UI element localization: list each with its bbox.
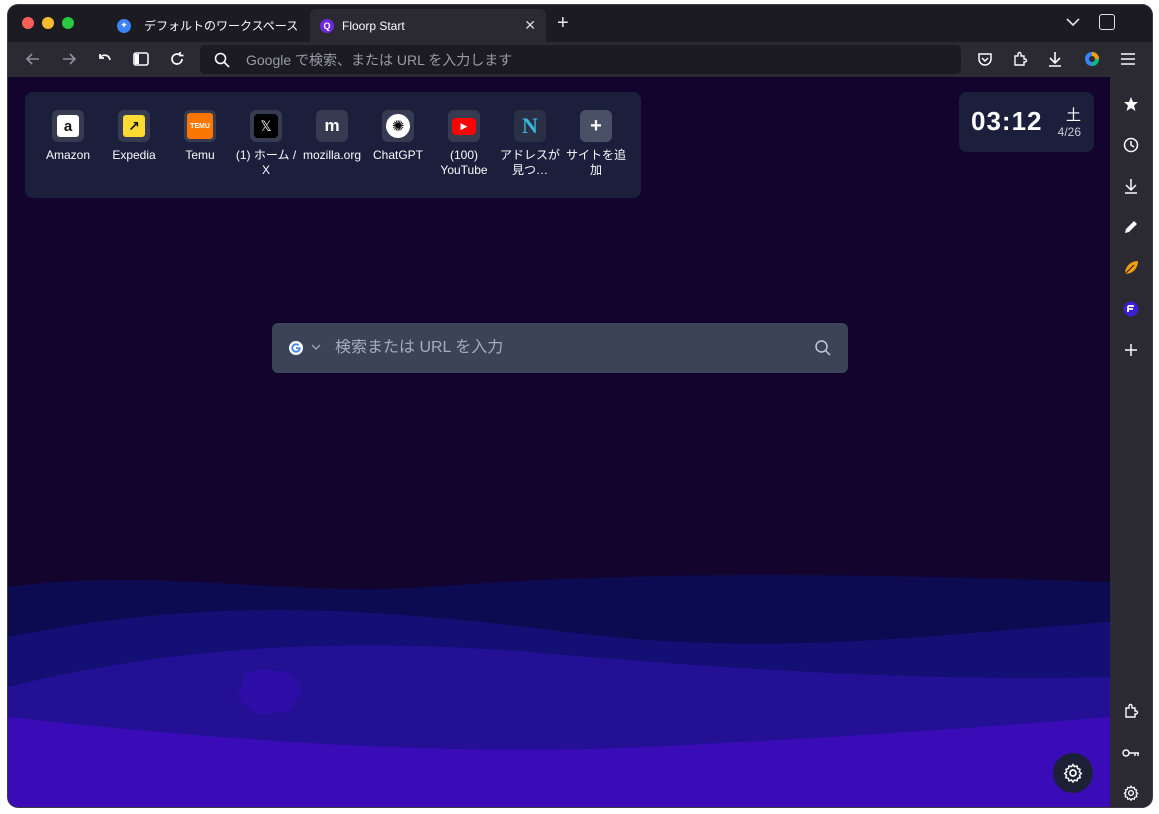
add-panel-icon[interactable] [1121, 340, 1141, 360]
search-icon[interactable] [814, 339, 832, 357]
clock-widget: 03:12 土 4/26 [959, 92, 1094, 152]
pocket-icon[interactable] [974, 48, 996, 70]
list-all-tabs-icon[interactable] [1066, 14, 1080, 30]
workspace-icon: ✦ [117, 18, 131, 33]
shortcut-label: (1) ホーム / X [235, 148, 297, 177]
shortcut-label: (100) YouTube [440, 148, 488, 177]
shortcut-youtube[interactable]: ▶ (100) YouTube [431, 110, 497, 178]
passwords-key-icon[interactable] [1121, 743, 1141, 763]
floorp-app-icon[interactable] [1121, 299, 1141, 319]
tab-workspace[interactable]: ✦ デフォルトのワークスペース [108, 9, 305, 42]
sidebar-settings-gear-icon[interactable] [1121, 783, 1141, 803]
shortcut-label: Temu [185, 148, 215, 162]
workspaces-icon[interactable] [1099, 14, 1115, 30]
shortcut-label: サイトを追加 [565, 148, 626, 177]
reload-icon[interactable] [166, 48, 188, 70]
leaf-app-icon[interactable] [1121, 258, 1141, 278]
tab-label: デフォルトのワークスペース [144, 19, 299, 33]
shortcut-label: mozilla.org [302, 148, 362, 162]
close-window-button[interactable] [22, 17, 34, 29]
youtube-icon: ▶ [448, 110, 480, 142]
shortcut-temu[interactable]: TEMU Temu [167, 110, 233, 163]
gear-icon [1063, 763, 1083, 783]
history-clock-icon[interactable] [1121, 135, 1141, 155]
shortcut-chatgpt[interactable]: ✺ ChatGPT [365, 110, 431, 163]
clock-date: 4/26 [1057, 125, 1081, 139]
undo-close-tab-icon[interactable] [94, 48, 116, 70]
add-site-icon: + [580, 110, 612, 142]
shortcut-mozilla[interactable]: m mozilla.org [299, 110, 365, 163]
back-icon[interactable] [22, 48, 44, 70]
extensions-icon[interactable] [1009, 48, 1031, 70]
google-icon[interactable] [288, 340, 304, 356]
sidebar-toggle-icon[interactable] [130, 48, 152, 70]
downloads-icon[interactable] [1121, 176, 1141, 196]
url-bar[interactable] [200, 45, 961, 74]
close-tab-icon[interactable]: ✕ [524, 17, 536, 33]
shortcut-label: Amazon [45, 148, 91, 162]
new-tab-button[interactable]: + [557, 13, 569, 33]
amazon-icon: a [52, 110, 84, 142]
zoom-window-button[interactable] [62, 17, 74, 29]
clock-time: 03:12 [971, 106, 1043, 136]
chevron-down-icon[interactable] [311, 342, 321, 354]
expedia-icon: ↗ [118, 110, 150, 142]
shortcut-expedia[interactable]: ↗ Expedia [101, 110, 167, 163]
shortcut-x[interactable]: 𝕏 (1) ホーム / X [233, 110, 299, 178]
tab-strip: ✦ デフォルトのワークスペース Q Floorp Start ✕ + [8, 5, 1152, 42]
search-input[interactable] [335, 339, 785, 357]
shortcut-label: アドレスが見つ… [499, 148, 560, 177]
shortcut-amazon[interactable]: a Amazon [35, 110, 101, 163]
search-icon [214, 52, 230, 68]
page-settings-button[interactable] [1053, 753, 1093, 793]
chatgpt-icon: ✺ [382, 110, 414, 142]
menu-icon[interactable] [1117, 48, 1139, 70]
extensions-icon[interactable] [1121, 701, 1141, 721]
nav-toolbar [8, 42, 1152, 77]
url-input[interactable] [246, 51, 896, 68]
clock-weekday: 土 [1065, 107, 1081, 124]
start-page: a Amazon ↗ Expedia TEMU Temu 𝕏 (1) ホーム /… [8, 77, 1110, 807]
notion-icon: N [514, 110, 546, 142]
search-box[interactable] [272, 323, 848, 373]
downloads-icon[interactable] [1044, 48, 1066, 70]
minimize-window-button[interactable] [42, 17, 54, 29]
tab-floorp-start[interactable]: Q Floorp Start ✕ [310, 9, 546, 42]
shortcuts-panel: a Amazon ↗ Expedia TEMU Temu 𝕏 (1) ホーム /… [25, 92, 641, 198]
tab-label: Floorp Start [342, 18, 405, 33]
x-icon: 𝕏 [250, 110, 282, 142]
browser-window: ✦ デフォルトのワークスペース Q Floorp Start ✕ + Googl… [8, 5, 1152, 807]
mozilla-icon: m [316, 110, 348, 142]
temu-icon: TEMU [184, 110, 216, 142]
shortcut-label: ChatGPT [372, 148, 423, 162]
shortcut-label: Expedia [112, 148, 156, 162]
forward-icon[interactable] [58, 48, 80, 70]
account-icon[interactable] [1081, 48, 1103, 70]
shortcut-add-site[interactable]: + サイトを追加 [563, 110, 629, 178]
floorp-icon: Q [320, 18, 334, 33]
notes-pencil-icon[interactable] [1121, 217, 1141, 237]
bookmarks-star-icon[interactable] [1121, 94, 1141, 114]
floorp-sidebar [1110, 77, 1152, 807]
shortcut-notion[interactable]: N アドレスが見つ… [497, 110, 563, 178]
